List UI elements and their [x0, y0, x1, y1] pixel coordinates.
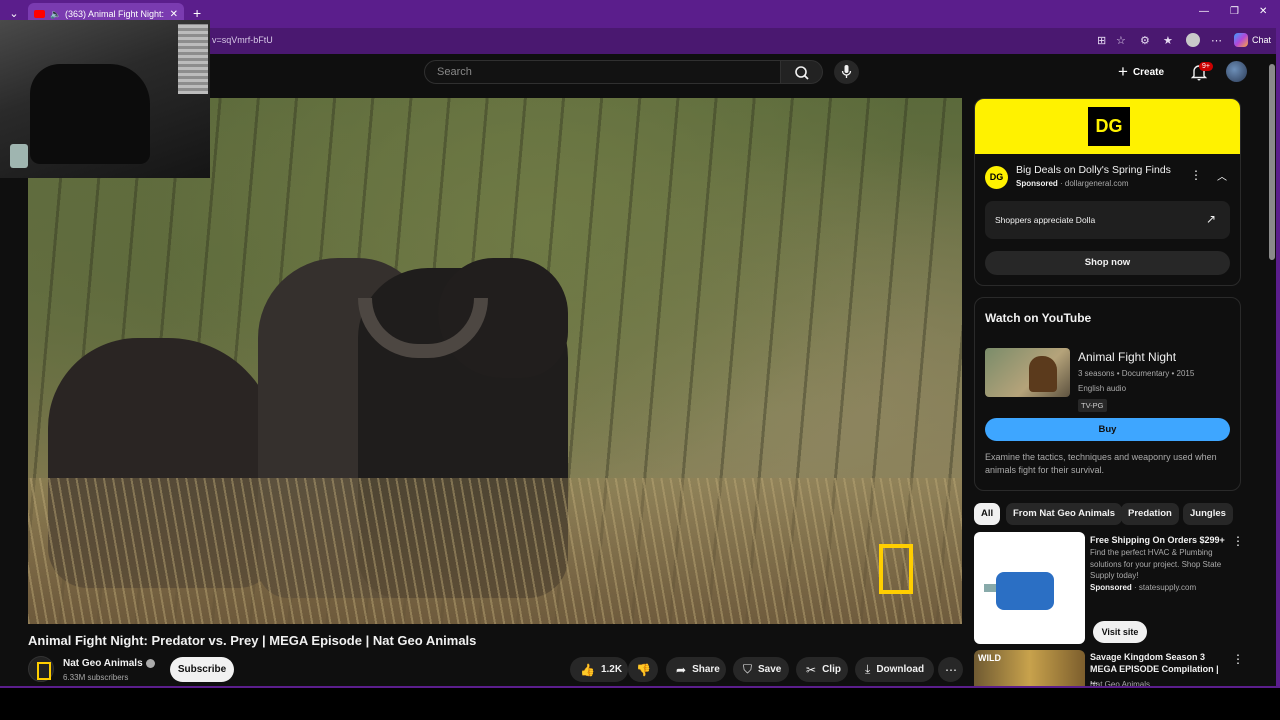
more-menu-icon[interactable]: ⋯ — [1211, 34, 1222, 47]
chip-predation[interactable]: Predation — [1121, 503, 1179, 525]
close-tab-icon[interactable]: ✕ — [170, 9, 178, 20]
advertiser-avatar: DG — [985, 166, 1008, 189]
webcam-window-blinds — [178, 24, 208, 94]
share-button[interactable]: ➦ Share — [666, 657, 726, 682]
subscriber-count: 6.33M subscribers — [63, 673, 129, 682]
url-field[interactable]: v=sqVmrf-bFtU — [212, 35, 273, 45]
thumbs-up-icon: 👍 — [580, 662, 595, 677]
ad-title[interactable]: Big Deals on Dolly's Spring Finds — [1016, 164, 1171, 176]
show-title[interactable]: Animal Fight Night — [1078, 350, 1176, 364]
chip-all[interactable]: All — [974, 503, 1001, 525]
chip-jungles[interactable]: Jungles — [1183, 503, 1233, 525]
chip-from-nat-geo-animals[interactable]: From Nat Geo Animals — [1006, 503, 1123, 525]
collapse-chevron-icon[interactable]: ︿ — [1217, 168, 1227, 183]
create-label: Create — [1132, 66, 1165, 78]
show-meta: 3 seasons • Documentary • 2015 — [1078, 369, 1195, 378]
show-thumbnail[interactable] — [985, 348, 1070, 397]
webcam-chair — [30, 64, 150, 164]
scrollbar-thumb[interactable] — [1269, 64, 1275, 260]
ad-sponsored-line: Sponsored · dollargeneral.com — [1016, 179, 1129, 188]
chat-label: Chat — [1252, 35, 1272, 45]
dislike-button[interactable]: 👎 — [628, 657, 658, 682]
scissors-icon: ✂ — [806, 662, 817, 677]
audio-playing-icon[interactable]: 🔈 — [50, 9, 61, 20]
favorite-star-icon[interactable]: ☆ — [1116, 34, 1126, 47]
copilot-icon — [1234, 33, 1248, 47]
browser-frame-right — [1276, 28, 1280, 688]
channel-avatar[interactable] — [28, 656, 54, 682]
sponsored-label: Sponsored — [1090, 583, 1132, 592]
download-icon: ⤓ — [865, 662, 871, 676]
bookmark-icon: ⛉ — [743, 662, 753, 676]
visit-site-button[interactable]: Visit site — [1093, 621, 1147, 643]
video-title: Animal Fight Night: Predator vs. Prey | … — [28, 633, 477, 648]
search-icon — [795, 66, 809, 80]
favorites-icon[interactable]: ★ — [1163, 34, 1173, 47]
share-label: Share — [692, 664, 720, 675]
sponsored-description: Find the perfect HVAC & Plumbing solutio… — [1090, 548, 1222, 580]
buy-button[interactable]: Buy — [985, 418, 1230, 441]
close-window-icon[interactable]: ✕ — [1259, 6, 1267, 17]
browser-frame-bottom — [0, 686, 1280, 688]
shop-now-button[interactable]: Shop now — [985, 251, 1230, 275]
sponsored-title[interactable]: Free Shipping On Orders $299+ — [1090, 534, 1228, 546]
subscribe-button[interactable]: Subscribe — [170, 657, 234, 682]
external-link-arrow-icon: ↗ — [1205, 212, 1216, 226]
more-vertical-icon[interactable]: ⋮ — [1232, 534, 1244, 548]
more-actions-button[interactable]: ⋯ — [938, 657, 963, 682]
natgeo-watermark-icon — [879, 544, 913, 594]
sponsored-line: Sponsored · statesupply.com — [1090, 583, 1197, 592]
voice-search-button[interactable] — [834, 60, 859, 84]
page-scrollbar[interactable] — [1268, 58, 1276, 688]
show-description: Examine the tactics, techniques and weap… — [985, 452, 1217, 475]
new-tab-icon[interactable]: + — [193, 5, 201, 21]
video-frame-grass — [28, 478, 962, 624]
account-avatar[interactable] — [1226, 61, 1247, 82]
clip-button[interactable]: ✂ Clip — [796, 657, 848, 682]
channel-name[interactable]: Nat Geo Animals — [63, 658, 143, 669]
dollar-general-logo: DG — [1088, 107, 1130, 146]
copilot-chat-button[interactable]: Chat — [1234, 33, 1271, 47]
save-button[interactable]: ⛉ Save — [733, 657, 789, 682]
extensions-icon[interactable]: ⚙ — [1140, 34, 1150, 47]
more-horizontal-icon: ⋯ — [945, 662, 957, 677]
thumbnail-tag: WILD — [978, 653, 1001, 663]
minimize-icon[interactable]: — — [1199, 6, 1209, 17]
rating-badge: TV-PG — [1078, 399, 1107, 412]
verified-badge-icon — [146, 659, 155, 668]
microphone-icon — [841, 65, 852, 78]
plus-icon: + — [1118, 62, 1128, 81]
create-button[interactable]: + Create — [1118, 60, 1164, 84]
search-input[interactable]: Search — [424, 60, 781, 84]
like-button[interactable]: 👍 1.2K — [570, 657, 628, 682]
clip-label: Clip — [822, 664, 841, 675]
youtube-favicon-icon — [34, 10, 45, 18]
webcam-cup — [10, 144, 28, 168]
like-count: 1.2K — [600, 664, 623, 675]
more-vertical-icon[interactable]: ⋮ — [1232, 652, 1244, 666]
webcam-overlay — [0, 20, 210, 178]
download-button[interactable]: ⤓ Download — [855, 657, 934, 682]
download-label: Download — [876, 664, 925, 675]
restore-icon[interactable]: ❐ — [1230, 6, 1239, 17]
ad-domain: dollargeneral.com — [1064, 179, 1129, 188]
sponsored-domain: statesupply.com — [1138, 583, 1197, 592]
ad-description: Shoppers appreciate Dolla — [995, 215, 1096, 225]
ad-banner[interactable]: DG — [975, 99, 1240, 154]
thumbnail-hvac-unit — [996, 572, 1054, 610]
sponsored-label: Sponsored — [1016, 179, 1058, 188]
notifications-badge: 9+ — [1199, 62, 1213, 71]
ad-menu-icon[interactable]: ⋮ — [1190, 168, 1202, 182]
share-arrow-icon: ➦ — [676, 662, 687, 677]
profile-avatar[interactable] — [1186, 33, 1200, 47]
watch-on-youtube-heading: Watch on YouTube — [985, 311, 1092, 325]
search-button[interactable] — [781, 60, 823, 84]
tab-title: (363) Animal Fight Night: Pred — [65, 9, 165, 19]
save-label: Save — [758, 664, 782, 675]
ad-description-link[interactable]: Shoppers appreciate Dolla ↗ — [985, 201, 1230, 239]
show-audio-language: English audio — [1078, 384, 1127, 393]
sponsored-thumbnail[interactable] — [974, 532, 1085, 644]
thumbs-down-icon: 👎 — [636, 662, 651, 677]
apps-icon[interactable]: ⊞ — [1097, 34, 1106, 47]
